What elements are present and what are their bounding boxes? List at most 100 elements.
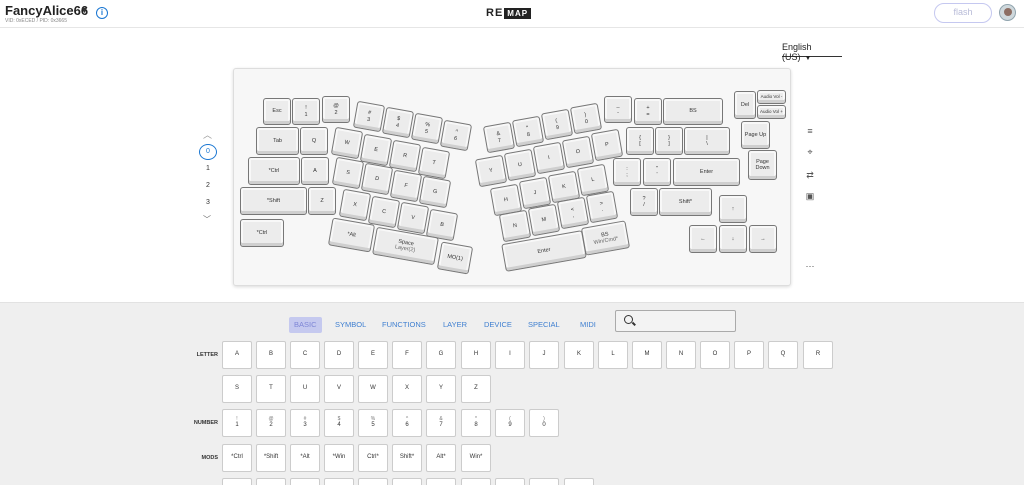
- keycode-x[interactable]: X: [392, 375, 422, 403]
- key-4[interactable]: $4: [381, 106, 415, 139]
- key-shift-left[interactable]: *Shift: [240, 187, 307, 215]
- keycode-mod[interactable]: *Alt: [290, 444, 320, 472]
- keycode-partial[interactable]: [564, 478, 594, 485]
- key-7[interactable]: & 7: [482, 121, 516, 154]
- keycode-d[interactable]: D: [324, 341, 354, 369]
- key-6[interactable]: ^ 6: [439, 119, 473, 152]
- keycode-partial[interactable]: [426, 478, 456, 485]
- key-q[interactable]: Q: [300, 127, 328, 155]
- tab-midi[interactable]: MIDI: [580, 317, 596, 333]
- keycode-1[interactable]: ! 1: [222, 409, 252, 437]
- keycode-p[interactable]: P: [734, 341, 764, 369]
- layer-1[interactable]: 1: [199, 165, 217, 172]
- key-equal[interactable]: + =: [634, 98, 662, 125]
- keycode-0[interactable]: ) 0: [529, 409, 559, 437]
- flash-button[interactable]: flash: [934, 3, 992, 23]
- key-del[interactable]: Del: [734, 91, 756, 119]
- key-8[interactable]: * 8: [511, 115, 545, 148]
- key-c[interactable]: C: [367, 195, 401, 229]
- keycode-o[interactable]: O: [700, 341, 730, 369]
- key-comma[interactable]: <,: [556, 196, 590, 230]
- key-a[interactable]: A: [301, 157, 329, 185]
- key-3[interactable]: #3: [352, 100, 386, 133]
- key-ctrl-left[interactable]: *Ctrl: [248, 157, 300, 185]
- layer-0[interactable]: 0: [199, 144, 217, 160]
- key-w[interactable]: W: [330, 126, 364, 160]
- keycode-7[interactable]: & 7: [426, 409, 456, 437]
- keycode-mod[interactable]: *Ctrl: [222, 444, 252, 472]
- key-ctrl-bottom[interactable]: *Ctrl: [240, 219, 284, 247]
- key-9[interactable]: (9: [540, 108, 574, 141]
- keycode-e[interactable]: E: [358, 341, 388, 369]
- keycode-partial[interactable]: [529, 478, 559, 485]
- keycode-mod[interactable]: Shift*: [392, 444, 422, 472]
- tab-device[interactable]: DEVICE: [484, 317, 512, 333]
- key-v[interactable]: V: [396, 201, 430, 235]
- keycode-g[interactable]: G: [426, 341, 456, 369]
- keycode-k[interactable]: K: [564, 341, 594, 369]
- key-alt[interactable]: *Alt: [327, 217, 376, 253]
- keycode-partial[interactable]: [324, 478, 354, 485]
- key-right[interactable]: →: [749, 225, 777, 253]
- keycode-4[interactable]: $4: [324, 409, 354, 437]
- key-m[interactable]: M: [527, 203, 561, 237]
- keycode-partial[interactable]: [495, 478, 525, 485]
- keycode-b[interactable]: B: [256, 341, 286, 369]
- keycode-partial[interactable]: [358, 478, 388, 485]
- key-t[interactable]: T: [417, 146, 451, 180]
- tab-functions[interactable]: FUNCTIONS: [382, 317, 426, 333]
- keycode-v[interactable]: V: [324, 375, 354, 403]
- keycode-u[interactable]: U: [290, 375, 320, 403]
- keycode-mod[interactable]: Win*: [461, 444, 491, 472]
- keycode-partial[interactable]: [392, 478, 422, 485]
- key-f[interactable]: F: [389, 169, 423, 203]
- tab-special[interactable]: SPECIAL: [528, 317, 560, 333]
- key-down[interactable]: ↓: [719, 225, 747, 253]
- keycode-mod[interactable]: Ctrl*: [358, 444, 388, 472]
- chevron-down-icon[interactable]: ﹀: [203, 214, 211, 225]
- key-y[interactable]: Y: [474, 154, 508, 188]
- keycode-h[interactable]: H: [461, 341, 491, 369]
- key-enter-right[interactable]: Enter: [673, 158, 740, 186]
- swap-icon[interactable]: ⇄: [803, 170, 817, 181]
- key-audio-vol-down[interactable]: Audio Vol -: [757, 90, 786, 104]
- lines-icon[interactable]: ≡: [803, 126, 817, 136]
- key-minus[interactable]: _ -: [604, 96, 632, 123]
- tab-layer[interactable]: LAYER: [443, 317, 467, 333]
- key-s[interactable]: S: [331, 156, 365, 190]
- key-d[interactable]: D: [360, 162, 394, 196]
- key-semicolon[interactable]: :;: [613, 158, 641, 186]
- user-avatar[interactable]: [999, 4, 1016, 21]
- layer-2[interactable]: 2: [199, 182, 217, 189]
- keycode-9[interactable]: (9: [495, 409, 525, 437]
- keycode-z[interactable]: Z: [461, 375, 491, 403]
- key-quote[interactable]: " ': [643, 158, 671, 186]
- keycode-j[interactable]: J: [529, 341, 559, 369]
- key-tab[interactable]: Tab: [256, 127, 299, 155]
- key-p[interactable]: P: [590, 128, 624, 162]
- tab-basic[interactable]: BASIC: [289, 317, 322, 333]
- keycode-8[interactable]: * 8: [461, 409, 491, 437]
- key-e[interactable]: E: [359, 133, 393, 167]
- key-o[interactable]: O: [561, 135, 595, 169]
- key-0[interactable]: ) 0: [569, 102, 603, 135]
- keycode-y[interactable]: Y: [426, 375, 456, 403]
- key-g[interactable]: G: [418, 175, 452, 209]
- key-page-up[interactable]: Page Up: [741, 121, 770, 149]
- chevron-down-icon[interactable]: ▼: [80, 5, 89, 15]
- key-backspace-bottom[interactable]: BS Win/Cmd*: [580, 220, 631, 256]
- keycode-c[interactable]: C: [290, 341, 320, 369]
- keycode-a[interactable]: A: [222, 341, 252, 369]
- keycode-r[interactable]: R: [803, 341, 833, 369]
- keycode-l[interactable]: L: [598, 341, 628, 369]
- key-left-bracket[interactable]: {[: [626, 127, 654, 155]
- key-u[interactable]: U: [503, 148, 537, 182]
- key-r[interactable]: R: [388, 139, 422, 173]
- search-input[interactable]: [615, 310, 736, 332]
- keycode-mod[interactable]: Alt*: [426, 444, 456, 472]
- key-x[interactable]: X: [338, 188, 372, 222]
- keycode-t[interactable]: T: [256, 375, 286, 403]
- chevron-up-icon[interactable]: ︿: [203, 128, 212, 141]
- key-left[interactable]: ←: [689, 225, 717, 253]
- layer-3[interactable]: 3: [199, 199, 217, 206]
